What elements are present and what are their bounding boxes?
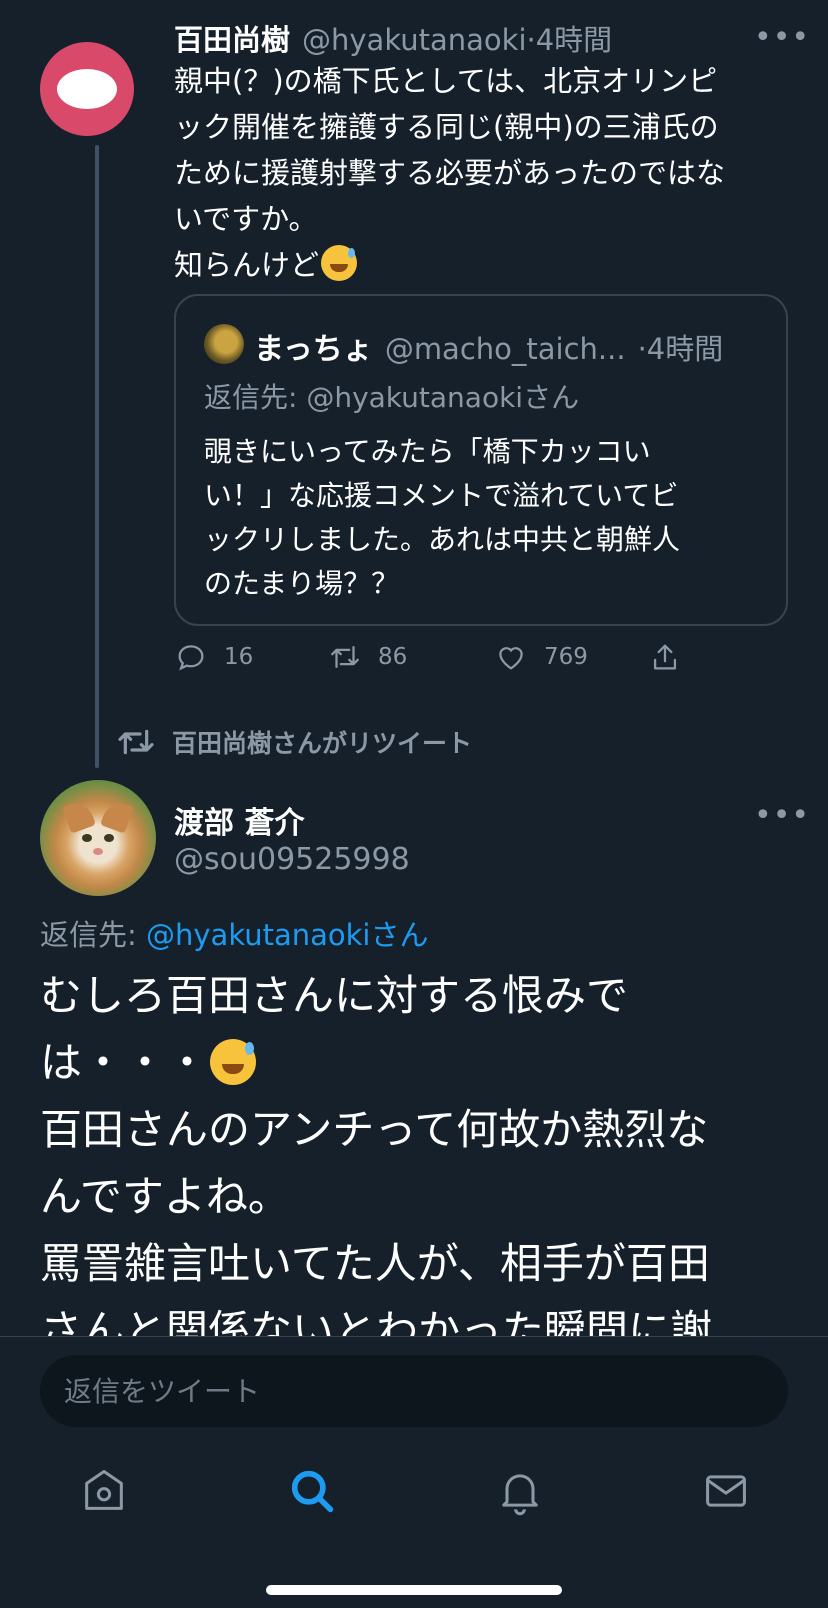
tweet-text-line: いですか。 <box>174 202 318 236</box>
retweet-button[interactable]: 86 <box>328 640 407 674</box>
author-name[interactable]: 渡部 蒼介 <box>174 798 304 842</box>
tweet-text-line: 知らんけど <box>174 242 794 288</box>
grinning-sweat-emoji-icon <box>321 245 358 281</box>
retweet-count: 86 <box>378 644 408 670</box>
cat-ear <box>61 798 97 834</box>
cat-nose <box>93 848 103 855</box>
reply-to: 返信先: @hyakutanaokiさん <box>40 912 428 954</box>
reply-count: 16 <box>224 644 254 670</box>
thread-line <box>95 145 99 768</box>
tab-messages[interactable] <box>700 1465 752 1517</box>
tweet-text: むしろ百田さんに対する恨みで は・・・ 百田さんのアンチって何故か熱烈な んです… <box>40 962 800 1336</box>
retweet-icon <box>331 645 359 669</box>
share-icon <box>653 644 677 670</box>
like-count: 769 <box>544 644 588 670</box>
tweet-actions: 16 86 769 <box>174 640 694 686</box>
tweet-text-fragment: は・・・ <box>40 1038 209 1087</box>
quoted-avatar <box>204 324 244 364</box>
avatar-hyakutanaoki[interactable] <box>40 42 134 136</box>
tweet-text-last: 知らんけど <box>174 248 320 282</box>
quoted-text-line: い！」な応援コメントで溢れていてビ <box>204 479 679 512</box>
like-button[interactable]: 769 <box>494 640 588 674</box>
reply-button[interactable]: 16 <box>174 640 253 674</box>
quoted-reply-to: 返信先: @hyakutanaokiさん <box>204 381 580 414</box>
bottom-bar <box>0 1336 828 1608</box>
home-indicator[interactable] <box>266 1585 562 1595</box>
tweet-time: ·4時間 <box>526 23 613 57</box>
avatar-shape <box>57 69 117 109</box>
cat-eye <box>104 834 114 842</box>
reply-to-mention[interactable]: @hyakutanaokiさん <box>146 918 428 952</box>
tweet-text-line: 親中(？)の橋下氏としては、北京オリンピ <box>174 64 718 98</box>
quoted-author-name: まっちょ <box>254 332 373 367</box>
author-handle[interactable]: @sou09525998 <box>174 842 410 877</box>
messages-icon <box>706 1475 746 1507</box>
tab-search[interactable] <box>286 1465 338 1517</box>
quoted-time: ·4時間 <box>637 332 724 366</box>
search-icon <box>291 1470 334 1513</box>
reply-input[interactable] <box>40 1355 788 1427</box>
quoted-text: 覗きにいってみたら「橋下カッコい い！」な応援コメントで溢れていてビ ックリしま… <box>204 430 764 606</box>
tab-home[interactable] <box>78 1465 130 1517</box>
share-button[interactable] <box>648 640 698 674</box>
tab-notifications[interactable] <box>494 1465 546 1517</box>
tweet-text-line: んですよね。 <box>40 1172 290 1221</box>
tweet-header: 百田尚樹 @hyakutanaoki ·4時間 <box>174 17 612 57</box>
notifications-icon <box>502 1474 538 1516</box>
cat-eye <box>82 834 92 842</box>
quoted-header: まっちょ @macho_taich... ·4時間 <box>254 324 723 368</box>
author-handle[interactable]: @hyakutanaoki <box>302 23 526 57</box>
tweet-text-line: は・・・ <box>40 1029 800 1096</box>
tweet-text: 親中(？)の橋下氏としては、北京オリンピ ック開催を擁護する同じ(親中)の三浦氏… <box>174 58 794 288</box>
tweet-text-line: むしろ百田さんに対する恨みで <box>40 971 629 1020</box>
tweet-text-line: さんと関係ないとわかった瞬間に謝 <box>40 1306 713 1336</box>
more-options-icon[interactable]: ••• <box>754 23 810 53</box>
quoted-author-handle: @macho_taich... <box>384 332 626 366</box>
reply-to-prefix: 返信先: <box>40 918 146 952</box>
heart-icon <box>499 647 523 670</box>
cat-ear <box>99 798 135 834</box>
retweet-notice: 百田尚樹さんがリツイート <box>116 724 472 760</box>
tweet-text-line: 百田さんのアンチって何故か熱烈な <box>40 1105 709 1154</box>
quoted-tweet[interactable]: まっちょ @macho_taich... ·4時間 返信先: @hyakutan… <box>174 294 788 626</box>
tweet-text-line: 罵詈雑言吐いてた人が、相手が百田 <box>40 1239 710 1288</box>
more-options-icon[interactable]: ••• <box>754 801 810 831</box>
home-icon <box>85 1469 123 1510</box>
quoted-text-line: 覗きにいってみたら「橋下カッコい <box>204 435 651 468</box>
tweet-text-line: ック開催を擁護する同じ(親中)の三浦氏の <box>174 110 719 144</box>
avatar-sou09525998[interactable] <box>40 780 156 896</box>
grinning-sweat-emoji-icon <box>210 1039 257 1085</box>
reply-icon <box>178 645 204 671</box>
author-name[interactable]: 百田尚樹 <box>174 17 290 59</box>
quoted-text-line: ックリしました。あれは中共と朝鮮人 <box>204 523 681 556</box>
retweet-notice-text: 百田尚樹さんがリツイート <box>172 729 473 758</box>
retweet-icon <box>118 729 154 755</box>
tweet-text-line: ために援護射撃する必要があったのではな <box>174 156 726 190</box>
quoted-text-line: のたまり場？？ <box>204 567 400 600</box>
